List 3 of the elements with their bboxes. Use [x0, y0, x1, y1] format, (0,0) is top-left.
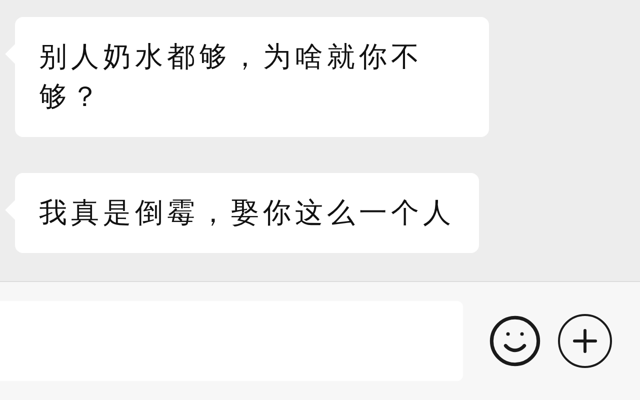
- message-bubble: 我真是倒霉，娶你这么一个人: [15, 173, 479, 253]
- plus-icon[interactable]: [558, 314, 612, 368]
- message-bubble: 别人奶水都够，为啥就你不够？: [15, 17, 489, 137]
